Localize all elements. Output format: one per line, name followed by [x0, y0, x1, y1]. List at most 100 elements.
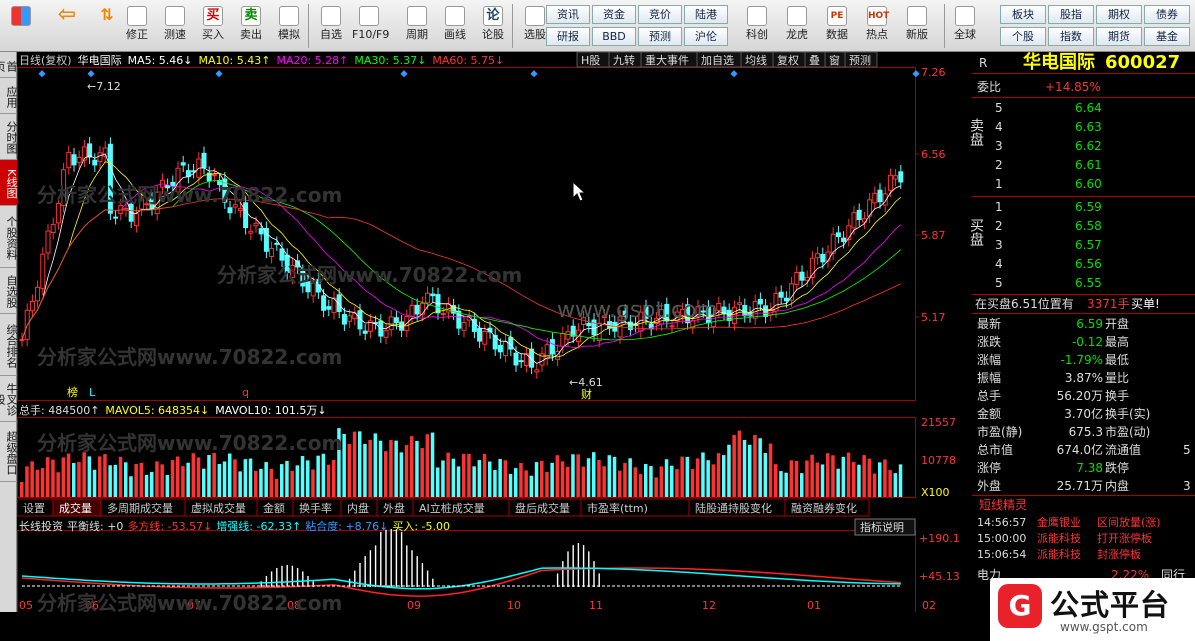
ask-price: 6.61 — [1075, 158, 1102, 172]
volume-bar — [155, 461, 159, 497]
quote-stat-row: 最新 6.59 开盘 — [975, 315, 1195, 333]
toolbar-button-label: 全球 — [954, 28, 976, 41]
ask-row: 1 6.60 — [975, 175, 1195, 193]
stat-value: 7.38 — [1076, 461, 1103, 475]
volume-bar — [170, 460, 175, 497]
volume-bar — [878, 462, 882, 497]
left-tab[interactable]: 综合排名 — [0, 314, 18, 376]
toolbar-separator — [308, 4, 309, 48]
toolbar-grid-button[interactable]: 资讯 — [546, 5, 590, 24]
candle-body — [737, 302, 743, 305]
toolbar-market-button[interactable]: 个股 — [1000, 27, 1046, 46]
buy-button[interactable]: 买买入 — [196, 2, 230, 50]
volume-bar — [862, 455, 866, 497]
candle-body — [794, 271, 800, 285]
quote-stat-row: 市盈(静) 675.3 市盈(动) — [975, 423, 1195, 441]
toolbar-grid-button[interactable]: 陆港 — [684, 5, 728, 24]
sell-button[interactable]: 卖卖出 — [234, 2, 268, 50]
volume-bar — [378, 440, 383, 497]
chart-event-marker[interactable]: 财 — [581, 387, 592, 401]
candle-body — [87, 143, 93, 158]
pencil-button[interactable]: 画线 — [438, 2, 472, 50]
globe-button[interactable]: 全球 — [948, 2, 982, 50]
chart-event-marker[interactable]: 榜 — [67, 385, 78, 399]
toolbar-market-button[interactable]: 板块 — [1000, 5, 1046, 24]
volume-bar — [794, 460, 799, 497]
short-elf-header: 短线精灵 — [975, 496, 1195, 514]
candle-body — [872, 192, 878, 204]
candle-body — [258, 228, 264, 235]
toolbar-grid-button[interactable]: 资金 — [592, 5, 636, 24]
forum-button[interactable]: 论论股 — [476, 2, 510, 50]
toolbar-grid-button[interactable]: 研报 — [546, 27, 590, 46]
toolbar-market-button[interactable]: 期货 — [1096, 27, 1142, 46]
star-market-button[interactable]: 科创 — [740, 2, 774, 50]
kline-chart-area[interactable]: 日线(复权) 华电国际 MA5: 5.46↓ MA10: 5.43↑ MA20: 5.2… — [16, 51, 972, 615]
left-tab[interactable]: 超级盘口 — [0, 422, 18, 482]
dragon-tiger-button[interactable]: 龙虎 — [780, 2, 814, 50]
candle-body — [893, 175, 899, 180]
chart-event-marker[interactable]: q — [242, 386, 249, 399]
forum-icon: 论 — [483, 6, 503, 26]
left-tab[interactable]: 应用 — [0, 78, 18, 114]
stat-value: 56.20万 — [1056, 389, 1103, 403]
toolbar-grid-button[interactable]: 竞价 — [638, 5, 682, 24]
stat-value: 25.71万 — [1056, 479, 1103, 493]
volume-bar — [893, 473, 898, 497]
volume-bar — [514, 468, 518, 497]
toolbar-grid-button[interactable]: 沪伦 — [684, 27, 728, 46]
volume-bar — [347, 443, 352, 497]
candle-body — [419, 302, 425, 315]
volume-bar — [248, 458, 253, 497]
folder-button[interactable]: 自选 — [314, 2, 348, 50]
left-tab[interactable]: 首页 — [0, 54, 18, 78]
volume-bar — [566, 466, 570, 497]
candle-body — [742, 304, 748, 317]
left-tab[interactable]: 分时图 — [0, 114, 18, 160]
toolbar-grid-button[interactable]: BBD — [592, 27, 636, 46]
candle-body — [503, 341, 509, 357]
volume-bar — [571, 454, 575, 497]
toolbar-market-button[interactable]: 期权 — [1096, 5, 1142, 24]
left-tab[interactable]: 个股资料 — [0, 206, 18, 268]
toolbar-market-button[interactable]: 指数 — [1048, 27, 1094, 46]
grid-icon — [11, 6, 31, 26]
edit-button[interactable]: 修正 — [120, 2, 154, 50]
toolbar-market-button[interactable]: 股指 — [1048, 5, 1094, 24]
candle-body — [534, 369, 540, 373]
volume-bar — [217, 464, 222, 497]
sub-tab-label: AI立桩成交量 — [419, 501, 485, 515]
left-tab[interactable]: 自选股 — [0, 268, 18, 314]
volume-bar — [326, 464, 331, 497]
candle-body — [820, 253, 826, 263]
volume-bar — [129, 476, 133, 497]
f10-button[interactable]: F10/F9 — [352, 2, 389, 50]
left-tab[interactable]: K线图 — [0, 160, 18, 206]
candle-body — [461, 322, 467, 331]
chart-event-marker[interactable]: L — [89, 386, 96, 399]
up-down-button[interactable]: ⇅ — [90, 2, 124, 50]
hot-button[interactable]: HOT 热点 — [860, 2, 894, 50]
candle-body — [877, 189, 883, 203]
quote-cell: 在买盘6.51位置有 — [975, 297, 1074, 311]
cycle-button[interactable]: 周期 — [400, 2, 434, 50]
toolbar-market-button[interactable]: 基金 — [1144, 27, 1190, 46]
toolbar-grid-button[interactable]: 预测 — [638, 27, 682, 46]
kline-chart-svg[interactable]: 日线(复权) 华电国际 MA5: 5.46↓ MA10: 5.43↑ MA20: 5.2… — [16, 51, 972, 615]
candle-body — [383, 330, 389, 338]
month-axis-label: 02 — [922, 599, 936, 612]
hammer-button[interactable]: 模拟 — [272, 2, 306, 50]
candle-body — [425, 292, 431, 304]
volume-bar — [186, 462, 190, 497]
volume-bar — [753, 435, 757, 497]
data-button[interactable]: PE 数据 — [820, 2, 854, 50]
clock-button[interactable]: 测速 — [158, 2, 192, 50]
layout-button[interactable] — [4, 2, 38, 50]
left-tab[interactable]: 牛叉诊股 — [0, 376, 18, 422]
new-version-button[interactable]: 新版 — [900, 2, 934, 50]
stock-title: 华电国际 — [1023, 52, 1095, 73]
toolbar-market-button[interactable]: 债券 — [1144, 5, 1190, 24]
volume-bar — [410, 436, 414, 497]
back-button[interactable]: ⇦ — [50, 2, 84, 50]
candle-body — [778, 291, 784, 298]
